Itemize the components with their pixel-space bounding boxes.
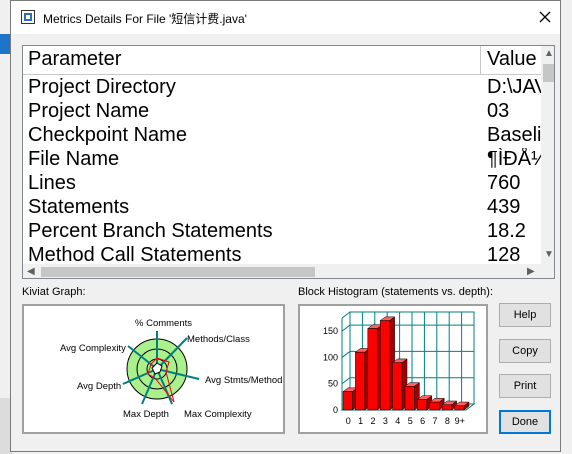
scrollbar-corner xyxy=(541,264,554,278)
title-bar[interactable]: Metrics Details For File '短信计费.java' xyxy=(11,1,560,34)
histogram-xtick-label: 6 xyxy=(420,416,425,426)
window-title: Metrics Details For File '短信计费.java' xyxy=(43,12,247,26)
table-row[interactable]: File Name ¶ÌÐÅ¼ xyxy=(23,148,541,172)
app-icon xyxy=(21,10,35,24)
kiviat-svg: % Comments Methods/Class Avg Stmts/Metho… xyxy=(60,318,282,420)
histogram-bar xyxy=(342,391,353,411)
histogram-xtick-label: 3 xyxy=(383,416,388,426)
histogram-ytick-label: 150 xyxy=(323,326,338,336)
kiviat-axis-label: Avg Complexity xyxy=(60,343,126,354)
histogram-xtick-label: 4 xyxy=(395,416,400,426)
row-value: 03 xyxy=(487,100,510,122)
metrics-dialog: Metrics Details For File '短信计费.java' Par… xyxy=(10,0,561,452)
kiviat-graph: % Comments Methods/Class Avg Stmts/Metho… xyxy=(22,304,285,434)
table-row[interactable]: Method Call Statements 128 xyxy=(23,244,541,264)
print-button[interactable]: Print xyxy=(499,374,551,398)
close-icon xyxy=(539,11,551,23)
histogram-bar xyxy=(379,320,390,411)
kiviat-axis-label: Max Depth xyxy=(123,409,169,420)
histogram-bar xyxy=(404,386,415,411)
histogram-xtick-label: 2 xyxy=(370,416,375,426)
row-value: 760 xyxy=(487,172,521,194)
row-value: ¶ÌÐÅ¼ xyxy=(487,148,541,170)
vertical-scrollbar[interactable]: ▲ ▼ xyxy=(541,46,554,264)
copy-button[interactable]: Copy xyxy=(499,339,551,363)
table-row[interactable]: Percent Branch Statements 18.2 xyxy=(23,220,541,244)
histogram-gridline-side xyxy=(341,351,351,358)
row-value: 439 xyxy=(487,196,521,218)
row-parameter: Project Name xyxy=(28,100,150,122)
row-value: 128 xyxy=(487,244,521,264)
histogram-xtick-label: 5 xyxy=(408,416,413,426)
table-row[interactable]: Checkpoint Name Baseli xyxy=(23,124,541,148)
histogram-bar xyxy=(454,405,465,411)
row-value: D:\JAV xyxy=(487,76,541,98)
scroll-up-icon[interactable]: ▲ xyxy=(544,48,554,59)
header-value-label[interactable]: Value xyxy=(487,48,537,71)
kiviat-label: Kiviat Graph: xyxy=(22,286,86,298)
kiviat-axis-label: Avg Stmts/Method xyxy=(205,375,282,386)
close-button[interactable] xyxy=(530,1,560,31)
kiviat-axis-label: Max Complexity xyxy=(184,409,252,420)
histogram-bar xyxy=(367,328,378,411)
row-parameter: Project Directory xyxy=(28,76,176,98)
histogram-xtick-label: 9+ xyxy=(455,416,465,426)
row-parameter: Method Call Statements xyxy=(28,244,242,264)
histogram-xtick-label: 7 xyxy=(432,416,437,426)
vertical-scroll-thumb[interactable] xyxy=(543,64,554,82)
list-header: Parameter Value xyxy=(23,46,541,75)
histogram-ytick-label: 100 xyxy=(323,352,338,362)
header-parameter[interactable]: Parameter xyxy=(23,46,481,74)
histogram-ytick-label: 50 xyxy=(328,379,338,389)
histogram-xtick-label: 0 xyxy=(346,416,351,426)
table-row[interactable]: Statements 439 xyxy=(23,196,541,220)
histogram-bar xyxy=(392,362,403,411)
table-row[interactable]: Project Name 03 xyxy=(23,100,541,124)
histogram-xtick-label: 1 xyxy=(358,416,363,426)
kiviat-axis-label: Methods/Class xyxy=(187,334,250,345)
row-parameter: File Name xyxy=(28,148,120,170)
histogram-bar xyxy=(355,351,366,411)
histogram-ytick-label: 0 xyxy=(333,405,338,415)
row-parameter: Statements xyxy=(28,196,130,218)
histogram-label: Block Histogram (statements vs. depth): xyxy=(298,286,494,298)
row-parameter: Lines xyxy=(28,172,76,194)
done-button[interactable]: Done xyxy=(499,410,551,434)
histogram-bar xyxy=(417,399,428,411)
table-row[interactable]: Project Directory D:\JAV xyxy=(23,76,541,100)
histogram-gridline-side xyxy=(341,324,351,332)
list-rows: Project Directory D:\JAV Project Name 03 C… xyxy=(23,76,541,264)
row-value: Baseli xyxy=(487,124,541,146)
kiviat-axis-label: Avg Depth xyxy=(77,381,121,392)
row-value: 18.2 xyxy=(487,220,526,242)
histogram-bar xyxy=(429,401,440,411)
table-row[interactable]: Lines 760 xyxy=(23,172,541,196)
kiviat-axis-label: % Comments xyxy=(135,318,192,329)
block-histogram: 150 100 50 0 0 1 2 3 4 5 6 7 8 9+ xyxy=(298,304,488,434)
header-parameter-label: Parameter xyxy=(28,48,122,70)
scroll-right-icon[interactable]: ▶ xyxy=(527,266,535,277)
horizontal-scrollbar[interactable]: ◀ ▶ xyxy=(23,264,541,278)
row-parameter: Percent Branch Statements xyxy=(28,220,273,242)
histogram-gridline-side xyxy=(341,377,351,385)
metrics-list[interactable]: Parameter Value Project Directory D:\JAV … xyxy=(22,45,555,279)
help-button[interactable]: Help xyxy=(499,303,551,327)
scroll-down-icon[interactable]: ▼ xyxy=(544,249,554,260)
histogram-bar xyxy=(441,404,452,411)
horizontal-scroll-thumb[interactable] xyxy=(41,267,315,277)
histogram-xtick-label: 8 xyxy=(445,416,450,426)
histogram-left-wall-top xyxy=(341,311,351,319)
histogram-svg: 1501005000 1 2 3 4 5 6 7 8 9+ xyxy=(323,311,476,426)
scroll-left-icon[interactable]: ◀ xyxy=(27,266,35,277)
row-parameter: Checkpoint Name xyxy=(28,124,187,146)
